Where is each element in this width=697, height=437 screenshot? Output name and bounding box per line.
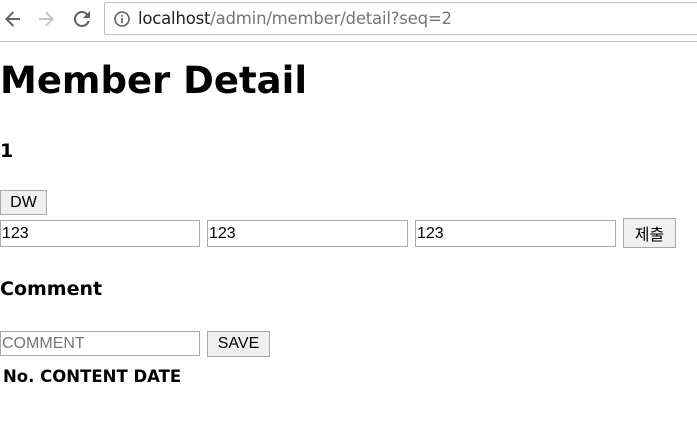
submit-button[interactable]: 제출: [623, 218, 676, 248]
column-header-content: CONTENT: [40, 367, 128, 386]
value-input-2[interactable]: [207, 220, 408, 247]
page-title: Member Detail: [0, 59, 308, 102]
back-button[interactable]: [0, 6, 26, 32]
column-header-no: No.: [3, 367, 35, 386]
browser-toolbar: localhost/admin/member/detail?seq=2: [0, 0, 697, 42]
column-header-date: DATE: [133, 367, 182, 386]
url-host: localhost: [138, 9, 211, 28]
value-input-3[interactable]: [415, 220, 616, 247]
info-icon[interactable]: [114, 10, 130, 27]
url-path: /admin/member/detail?seq=2: [210, 9, 452, 28]
dw-button[interactable]: DW: [0, 190, 47, 215]
reload-icon: [72, 9, 92, 29]
member-number: 1: [0, 140, 14, 162]
reload-button[interactable]: [69, 6, 95, 32]
comment-input[interactable]: [0, 331, 200, 356]
forward-arrow-icon: [36, 9, 56, 29]
address-bar[interactable]: localhost/admin/member/detail?seq=2: [104, 2, 697, 35]
comment-heading: Comment: [0, 278, 103, 300]
page-content: Member Detail 1 DW 제출 Comment SAVE No. C…: [0, 42, 697, 437]
back-arrow-icon: [3, 9, 23, 29]
save-button[interactable]: SAVE: [207, 331, 270, 357]
forward-button[interactable]: [33, 6, 59, 32]
url-text: localhost/admin/member/detail?seq=2: [138, 9, 452, 28]
comment-table-header: No. CONTENT DATE: [3, 366, 181, 388]
value-input-1[interactable]: [0, 220, 200, 247]
